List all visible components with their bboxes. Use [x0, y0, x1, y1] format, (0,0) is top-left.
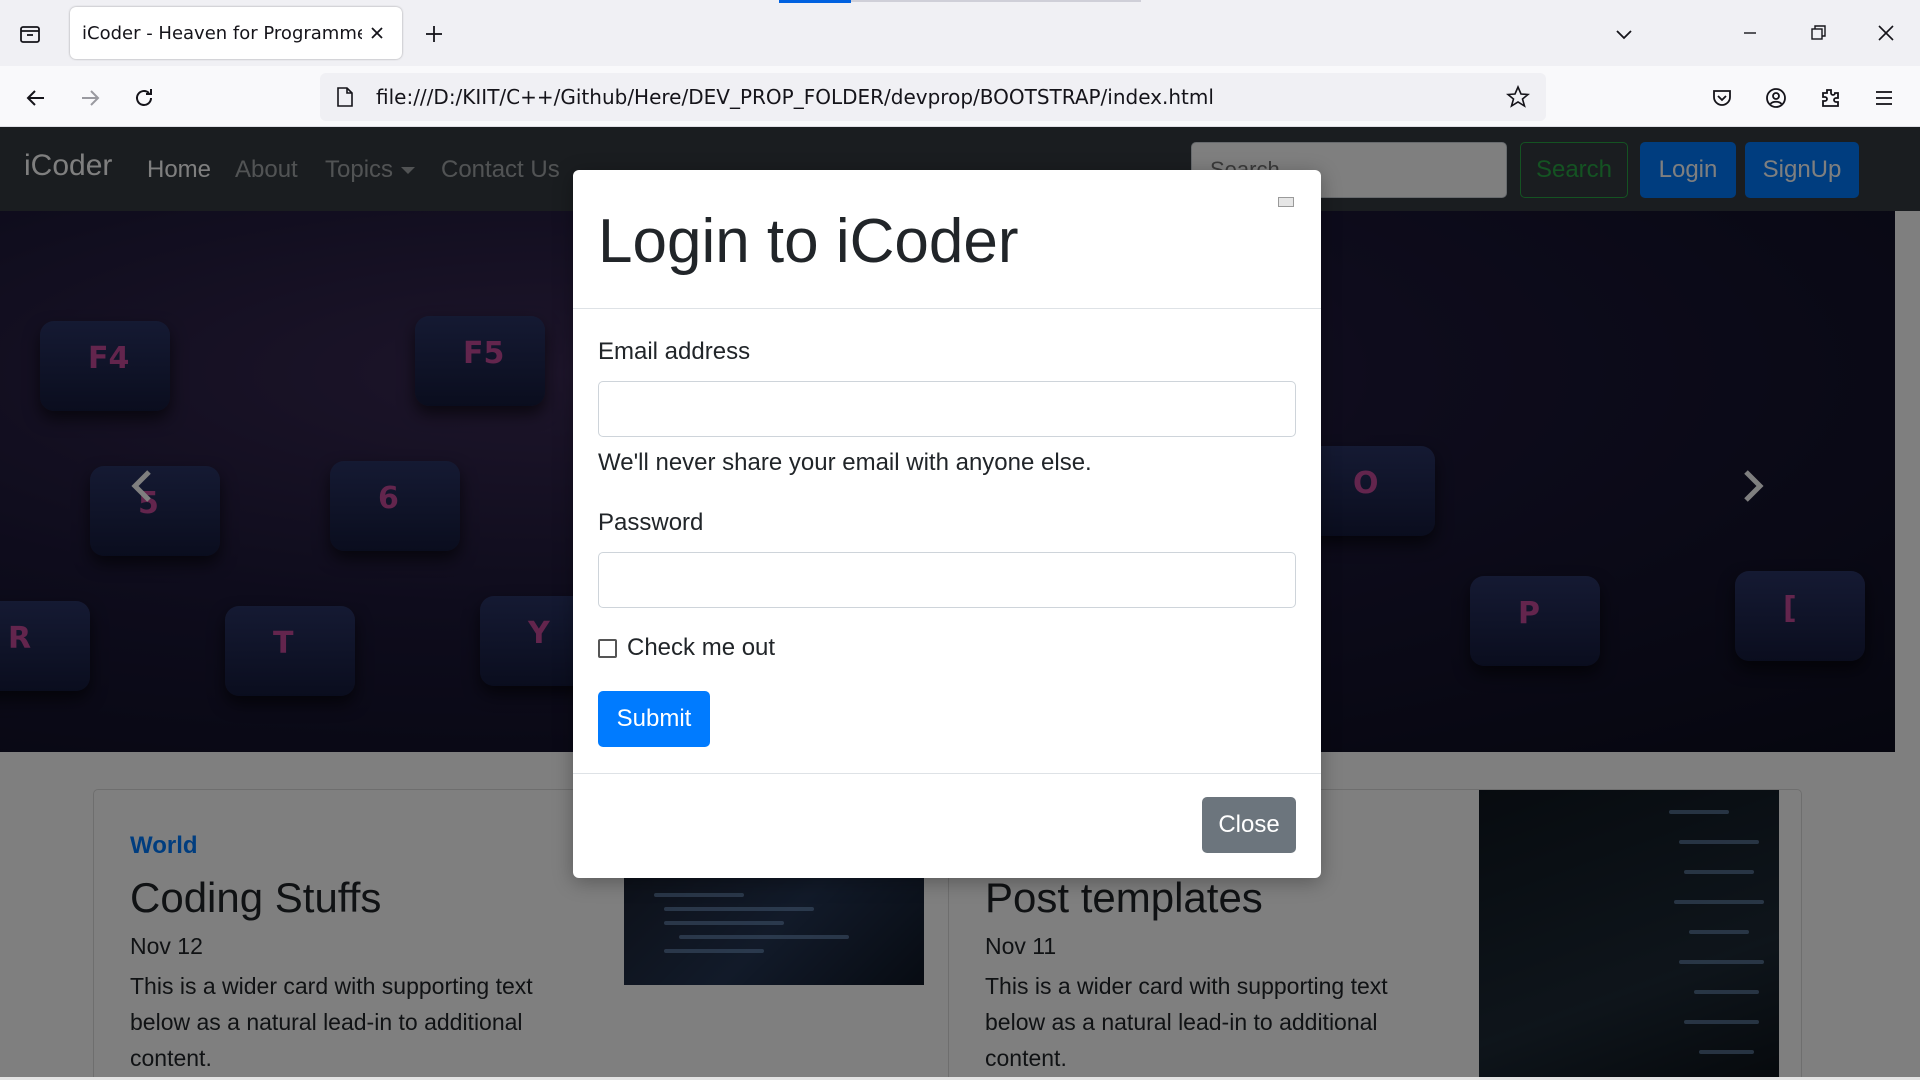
- restore-icon[interactable]: [1796, 10, 1840, 56]
- plus-icon[interactable]: [414, 14, 454, 54]
- close-icon[interactable]: [1278, 197, 1294, 207]
- account-icon[interactable]: [1756, 78, 1796, 118]
- address-bar[interactable]: file:///D:/KIIT/C++/Github/Here/DEV_PROP…: [320, 73, 1546, 121]
- tab-list-icon[interactable]: [10, 16, 50, 52]
- submit-button[interactable]: Submit: [598, 691, 710, 747]
- star-icon[interactable]: [1498, 77, 1538, 117]
- email-field[interactable]: [598, 381, 1296, 437]
- modal-footer-divider: [573, 773, 1321, 774]
- close-window-icon[interactable]: [1862, 10, 1910, 56]
- loading-track: [851, 0, 1141, 2]
- password-field[interactable]: [598, 552, 1296, 608]
- back-arrow-icon[interactable]: [16, 78, 56, 118]
- url-text[interactable]: file:///D:/KIIT/C++/Github/Here/DEV_PROP…: [376, 85, 1498, 109]
- hamburger-menu-icon[interactable]: [1864, 78, 1904, 118]
- tab-active[interactable]: iCoder - Heaven for Programmers: [70, 7, 402, 59]
- reload-icon[interactable]: [124, 78, 164, 118]
- close-button[interactable]: Close: [1202, 797, 1296, 853]
- extensions-icon[interactable]: [1810, 78, 1850, 118]
- page-viewport: iCoder Home About Topics Contact Us Sear…: [0, 127, 1920, 1080]
- checkbox-label[interactable]: Check me out: [627, 634, 775, 662]
- tab-title: iCoder - Heaven for Programmers: [82, 22, 362, 44]
- email-label: Email address: [598, 338, 751, 365]
- modal-header: Login to iCoder: [573, 170, 1321, 309]
- forward-arrow-icon[interactable]: [70, 78, 110, 118]
- page-icon: [330, 82, 360, 112]
- login-modal: Login to iCoder Email address We'll neve…: [573, 170, 1321, 878]
- minimize-icon[interactable]: [1730, 10, 1770, 56]
- browser-tab-bar: iCoder - Heaven for Programmers: [0, 0, 1920, 66]
- chevron-down-icon[interactable]: [1604, 14, 1644, 54]
- remember-checkbox[interactable]: [598, 639, 617, 658]
- pocket-icon[interactable]: [1702, 78, 1742, 118]
- password-label: Password: [598, 509, 704, 536]
- modal-title: Login to iCoder: [598, 207, 1019, 276]
- browser-nav-bar: file:///D:/KIIT/C++/Github/Here/DEV_PROP…: [0, 66, 1920, 127]
- loading-indicator: [779, 0, 851, 3]
- close-icon[interactable]: [362, 18, 392, 48]
- email-help-text: We'll never share your email with anyone…: [598, 449, 1092, 476]
